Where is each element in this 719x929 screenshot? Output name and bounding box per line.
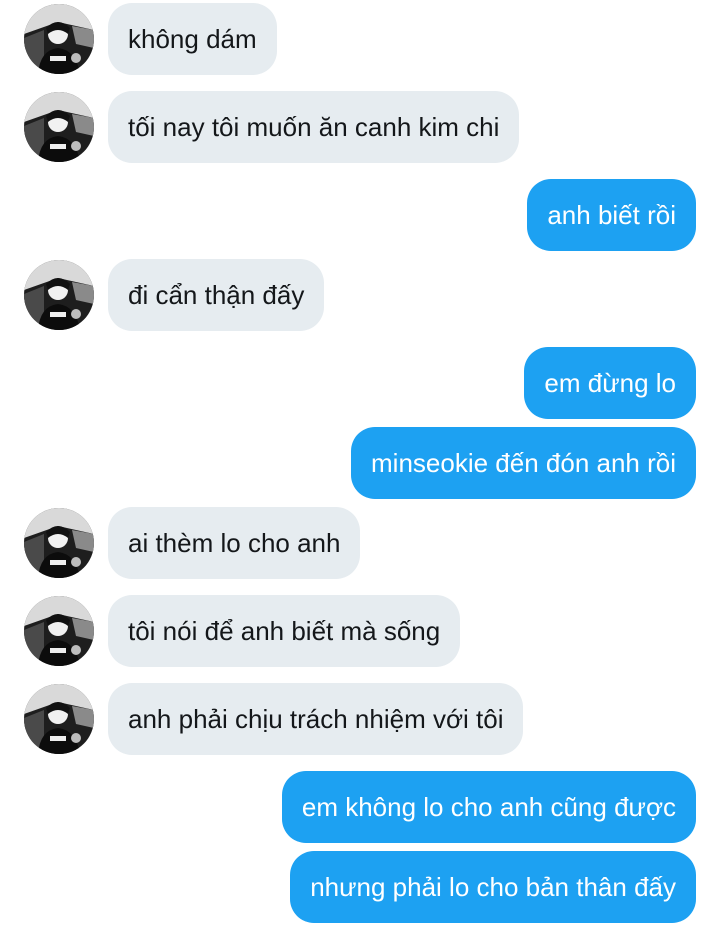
user-avatar[interactable] xyxy=(24,508,94,578)
message-row: em đừng lo xyxy=(0,347,719,419)
outgoing-message-bubble[interactable]: nhưng phải lo cho bản thân đấy xyxy=(290,851,696,923)
message-row: tối nay tôi muốn ăn canh kim chi xyxy=(0,91,719,163)
outgoing-message-bubble[interactable]: minseokie đến đón anh rồi xyxy=(351,427,696,499)
message-row: nhưng phải lo cho bản thân đấy xyxy=(0,851,719,923)
outgoing-message-bubble[interactable]: anh biết rồi xyxy=(527,179,696,251)
incoming-message-bubble[interactable]: tối nay tôi muốn ăn canh kim chi xyxy=(108,91,520,163)
message-row: đi cẩn thận đấy xyxy=(0,259,719,331)
incoming-message-bubble[interactable]: không dám xyxy=(108,3,277,75)
incoming-message-bubble[interactable]: anh phải chịu trách nhiệm với tôi xyxy=(108,683,524,755)
incoming-message-bubble[interactable]: tôi nói để anh biết mà sống xyxy=(108,595,461,667)
user-avatar[interactable] xyxy=(24,684,94,754)
incoming-message-bubble[interactable]: đi cẩn thận đấy xyxy=(108,259,325,331)
user-avatar[interactable] xyxy=(24,596,94,666)
message-row: tôi nói để anh biết mà sống xyxy=(0,595,719,667)
message-row: anh biết rồi xyxy=(0,179,719,251)
message-row: ai thèm lo cho anh xyxy=(0,507,719,579)
incoming-message-bubble[interactable]: ai thèm lo cho anh xyxy=(108,507,361,579)
user-avatar[interactable] xyxy=(24,260,94,330)
user-avatar[interactable] xyxy=(24,92,94,162)
message-row: không dám xyxy=(0,3,719,75)
user-avatar[interactable] xyxy=(24,4,94,74)
message-row: anh phải chịu trách nhiệm với tôi xyxy=(0,683,719,755)
conversation-thread: không dám tối nay tôi muốn ăn canh kim c… xyxy=(0,0,719,929)
message-row: em không lo cho anh cũng được xyxy=(0,771,719,843)
message-row: minseokie đến đón anh rồi xyxy=(0,427,719,499)
outgoing-message-bubble[interactable]: em đừng lo xyxy=(524,347,696,419)
outgoing-message-bubble[interactable]: em không lo cho anh cũng được xyxy=(281,771,696,843)
